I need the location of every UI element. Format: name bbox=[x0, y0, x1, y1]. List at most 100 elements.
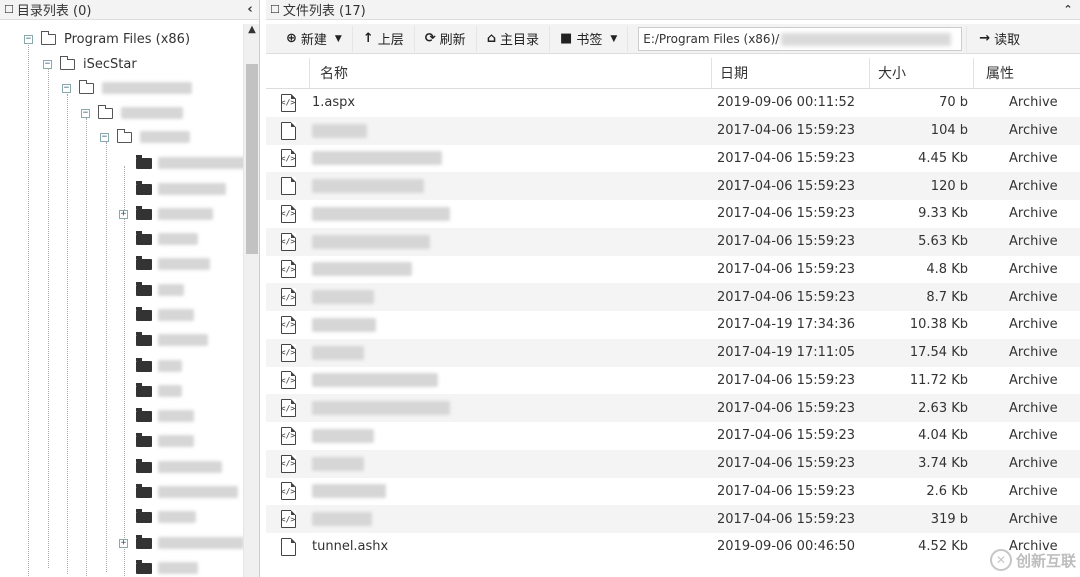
tree-node-redacted[interactable] bbox=[119, 557, 198, 577]
chevron-left-icon[interactable]: ‹ bbox=[241, 2, 259, 17]
table-row[interactable]: tunnel.ashx 2019-09-06 00:46:50 4.52 Kb Arc… bbox=[266, 533, 1080, 561]
file-attr: Archive bbox=[1009, 483, 1058, 499]
column-header-date[interactable]: 日期 bbox=[712, 58, 870, 88]
refresh-button[interactable]: ⟳ 刷新 bbox=[415, 25, 477, 52]
table-row[interactable]: </> 2017-04-06 15:59:23 11.72 Kb Archive bbox=[266, 367, 1080, 395]
file-name[interactable] bbox=[310, 345, 712, 360]
table-row[interactable]: </> 1.aspx 2019-09-06 00:11:52 70 b Archive bbox=[266, 89, 1080, 117]
table-row[interactable]: </> 2017-04-06 15:59:23 2.6 Kb Archive bbox=[266, 478, 1080, 506]
file-size: 4.45 Kb bbox=[918, 150, 968, 166]
column-header-attr[interactable]: 属性 bbox=[974, 58, 1080, 88]
tree-node-redacted[interactable]: + bbox=[119, 532, 244, 554]
file-name[interactable]: tunnel.ashx bbox=[310, 539, 712, 554]
bookmark-button[interactable]: ■ 书签 ▼ bbox=[550, 25, 629, 52]
up-level-button[interactable]: ↑ 上层 bbox=[353, 25, 415, 52]
tree-scrollbar[interactable]: ▲ bbox=[243, 24, 259, 577]
tree-node-redacted[interactable] bbox=[119, 506, 196, 528]
code-file-icon: </> bbox=[280, 260, 296, 279]
table-row[interactable]: </> 2017-04-06 15:59:23 9.33 Kb Archive bbox=[266, 200, 1080, 228]
tree-node-redacted[interactable] bbox=[119, 481, 238, 503]
chevron-up-icon[interactable]: ⌃ bbox=[1056, 3, 1080, 16]
tree-node-redacted[interactable] bbox=[119, 253, 210, 275]
file-name[interactable] bbox=[310, 401, 712, 416]
table-row[interactable]: </> 2017-04-06 15:59:23 4.45 Kb Archive bbox=[266, 145, 1080, 173]
tree-node-redacted[interactable]: − bbox=[62, 77, 192, 99]
new-button[interactable]: ⊕ 新建 ▼ bbox=[276, 25, 353, 52]
collapse-toggle-icon[interactable]: − bbox=[24, 34, 33, 44]
folder-icon bbox=[136, 306, 152, 321]
file-name[interactable] bbox=[310, 123, 712, 138]
table-row[interactable]: </> 2017-04-06 15:59:23 4.04 Kb Archive bbox=[266, 422, 1080, 450]
file-name[interactable]: 1.aspx bbox=[310, 95, 712, 110]
redacted-file-name bbox=[312, 345, 364, 360]
tree-node-redacted[interactable] bbox=[119, 329, 208, 351]
table-row[interactable]: </> 2017-04-06 15:59:23 4.8 Kb Archive bbox=[266, 256, 1080, 284]
file-name[interactable] bbox=[310, 234, 712, 249]
read-button[interactable]: → 读取 bbox=[966, 25, 1032, 52]
tree-node-redacted[interactable] bbox=[119, 430, 194, 452]
tree-node-redacted[interactable]: − bbox=[81, 102, 183, 124]
logo-icon: ✕ bbox=[989, 549, 1012, 571]
table-row[interactable]: </> 2017-04-19 17:11:05 17.54 Kb Archive bbox=[266, 338, 1080, 367]
table-row[interactable]: </> 2017-04-06 15:59:23 3.74 Kb Archive bbox=[266, 449, 1080, 478]
tree-node-redacted[interactable] bbox=[119, 152, 248, 174]
file-name[interactable] bbox=[310, 428, 712, 443]
file-name[interactable] bbox=[310, 484, 712, 499]
tree-node-program-files[interactable]: − Program Files (x86) bbox=[24, 28, 190, 50]
file-size: 70 b bbox=[939, 95, 968, 111]
home-button[interactable]: ⌂ 主目录 bbox=[477, 25, 551, 52]
tree-node-redacted[interactable] bbox=[119, 279, 184, 301]
collapse-toggle-icon[interactable]: − bbox=[43, 59, 52, 69]
home-label: 主目录 bbox=[500, 33, 540, 48]
scrollbar-thumb[interactable] bbox=[246, 64, 258, 254]
expand-toggle-icon[interactable]: + bbox=[119, 538, 128, 548]
caret-down-icon: ▼ bbox=[334, 33, 342, 44]
column-header-size[interactable]: 大小 bbox=[870, 58, 974, 88]
file-name[interactable] bbox=[310, 373, 712, 388]
redacted-label bbox=[158, 511, 196, 523]
table-row[interactable]: 2017-04-06 15:59:23 120 b Archive bbox=[266, 172, 1080, 200]
tree-node-redacted[interactable] bbox=[119, 178, 226, 200]
tree-node-redacted[interactable] bbox=[119, 304, 194, 326]
scroll-up-icon[interactable]: ▲ bbox=[244, 24, 259, 40]
path-input[interactable]: E:/Program Files (x86)/ bbox=[638, 26, 963, 51]
file-name[interactable] bbox=[310, 512, 712, 527]
tree-node-isecstar[interactable]: − iSecStar bbox=[43, 53, 137, 75]
redacted-label bbox=[158, 334, 208, 346]
collapse-toggle-icon[interactable]: − bbox=[100, 132, 109, 142]
tree-node-redacted[interactable]: + bbox=[119, 203, 213, 225]
file-name[interactable] bbox=[310, 317, 712, 332]
collapse-toggle-icon[interactable]: − bbox=[62, 83, 71, 93]
table-row[interactable]: 2017-04-06 15:59:23 104 b Archive bbox=[266, 116, 1080, 145]
file-icon-cell: </> bbox=[266, 149, 310, 168]
file-name[interactable] bbox=[310, 262, 712, 277]
table-row[interactable]: </> 2017-04-06 15:59:23 2.63 Kb Archive bbox=[266, 394, 1080, 422]
table-row[interactable]: </> 2017-04-19 17:34:36 10.38 Kb Archive bbox=[266, 311, 1080, 339]
expand-toggle-icon[interactable]: + bbox=[119, 209, 128, 219]
file-attr: Archive bbox=[1009, 372, 1058, 388]
file-name[interactable] bbox=[310, 456, 712, 471]
collapse-toggle-icon[interactable]: − bbox=[81, 108, 90, 118]
table-row[interactable]: </> 2017-04-06 15:59:23 319 b Archive bbox=[266, 505, 1080, 533]
file-icon-cell: </> bbox=[266, 288, 310, 307]
file-attr: Archive bbox=[1009, 150, 1058, 166]
tree-node-redacted[interactable]: − bbox=[100, 126, 190, 148]
tree-node-redacted[interactable] bbox=[119, 380, 182, 402]
tree-node-redacted[interactable] bbox=[119, 405, 194, 427]
table-row[interactable]: </> 2017-04-06 15:59:23 5.63 Kb Archive bbox=[266, 227, 1080, 256]
file-name[interactable] bbox=[310, 290, 712, 305]
table-row[interactable]: </> 2017-04-06 15:59:23 8.7 Kb Archive bbox=[266, 283, 1080, 311]
tree-node-redacted[interactable] bbox=[119, 355, 182, 377]
tree-node-redacted[interactable] bbox=[119, 456, 222, 478]
window-icon: ☐ bbox=[4, 3, 14, 16]
column-header-name[interactable]: 名称 bbox=[310, 58, 712, 88]
file-name[interactable] bbox=[310, 206, 712, 221]
file-name[interactable] bbox=[310, 179, 712, 194]
file-attr: Archive bbox=[1009, 511, 1058, 527]
file-icon-cell: </> bbox=[266, 454, 310, 473]
tree-node-redacted[interactable] bbox=[119, 228, 198, 250]
file-name[interactable] bbox=[310, 151, 712, 166]
